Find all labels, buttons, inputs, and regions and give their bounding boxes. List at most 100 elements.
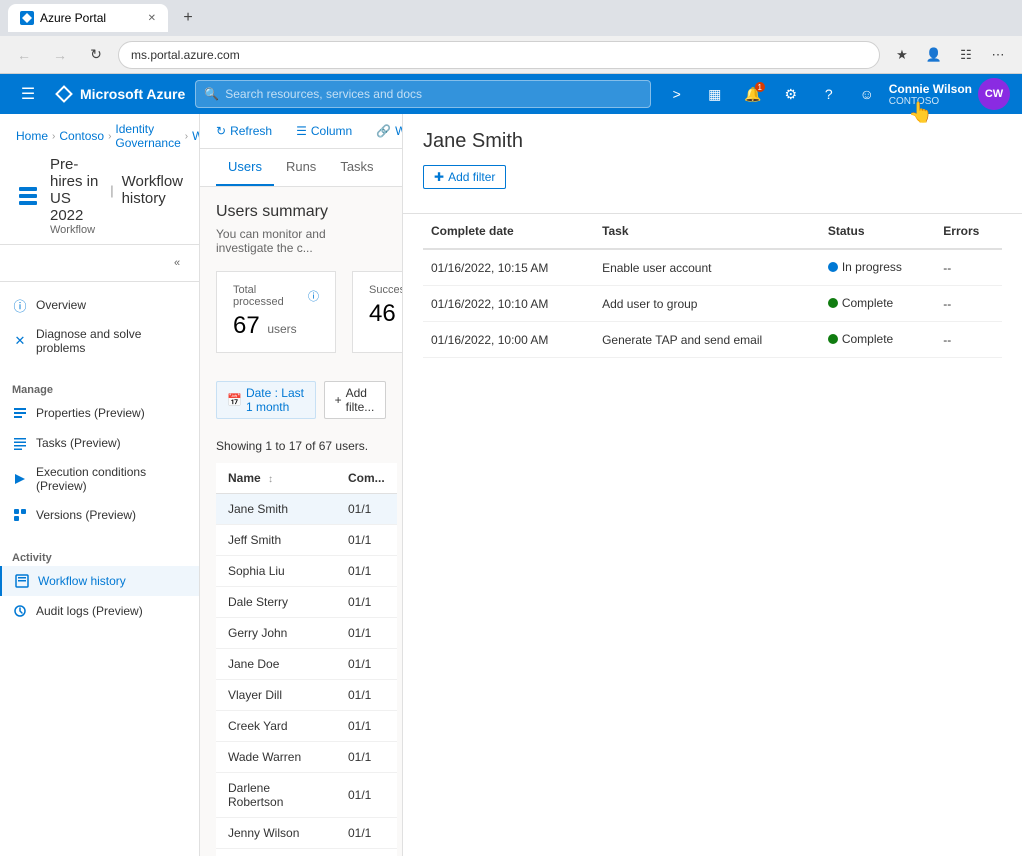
sidebar-item-tasks[interactable]: Tasks (Preview): [0, 428, 199, 458]
table-row[interactable]: Darlene Robertson 01/1: [216, 773, 397, 818]
tab-users[interactable]: Users: [216, 149, 274, 186]
sidebar-item-overview[interactable]: ⓘ Overview: [0, 290, 199, 320]
breadcrumb-sep-1: ›: [52, 131, 55, 142]
status-dot-complete: [828, 334, 838, 344]
summary-desc: You can monitor and investigate the c...: [216, 227, 386, 255]
user-complete-cell: 01/1: [336, 556, 397, 587]
detail-add-filter-button[interactable]: ✚ Add filter: [423, 165, 506, 189]
user-name-cell: Leslie Alexander: [216, 849, 336, 856]
table-row[interactable]: Wade Warren 01/1: [216, 742, 397, 773]
user-profile-icon[interactable]: 👤: [920, 41, 948, 69]
table-row[interactable]: Leslie Alexander 01/1: [216, 849, 397, 856]
successful-value: 46 users: [369, 300, 402, 328]
tab-runs[interactable]: Runs: [274, 149, 328, 186]
table-row[interactable]: Vlayer Dill 01/1: [216, 680, 397, 711]
add-filter-button[interactable]: + Add filte...: [324, 381, 386, 419]
extensions-icon[interactable]: ☷: [952, 41, 980, 69]
notification-bell-icon[interactable]: 🔔 1: [737, 78, 769, 110]
browser-menu-icon[interactable]: ⋯: [984, 41, 1012, 69]
detail-filter-row: ✚ Add filter: [423, 165, 1002, 189]
column-label: Column: [311, 124, 352, 138]
total-processed-label: Total processed ⓘ: [233, 284, 319, 308]
main-toolbar: ↻ Refresh ☰ Column 🔗 Wha...: [200, 114, 402, 149]
tab-title: Azure Portal: [40, 11, 106, 25]
hamburger-menu-button[interactable]: ☰: [12, 78, 44, 110]
content-area: ↻ Refresh ☰ Column 🔗 Wha... Users Runs T: [200, 114, 1022, 856]
filter-plus-icon: ✚: [434, 170, 444, 184]
cloud-shell-icon[interactable]: >: [661, 78, 693, 110]
detail-task: Enable user account: [594, 249, 820, 286]
tab-favicon: [20, 11, 34, 25]
settings-gear-icon[interactable]: ⚙: [775, 78, 807, 110]
tab-close-button[interactable]: ✕: [148, 13, 156, 24]
detail-complete-date: 01/16/2022, 10:15 AM: [423, 249, 594, 286]
sidebar-item-execution[interactable]: Execution conditions (Preview): [0, 458, 199, 500]
favorites-icon[interactable]: ★: [888, 41, 916, 69]
refresh-label: Refresh: [230, 124, 272, 138]
breadcrumb: Home › Contoso › Identity Governance › W…: [16, 122, 183, 150]
table-row[interactable]: Jenny Wilson 01/1: [216, 818, 397, 849]
table-row[interactable]: Creek Yard 01/1: [216, 711, 397, 742]
total-processed-card: Total processed ⓘ 67 users: [216, 271, 336, 353]
portal-settings-icon[interactable]: ▦: [699, 78, 731, 110]
sidebar-item-properties[interactable]: Properties (Preview): [0, 398, 199, 428]
address-bar[interactable]: ms.portal.azure.com: [118, 41, 880, 69]
what-label: Wha...: [395, 124, 402, 138]
page-title-area: Pre-hires in US 2022 | Workflow history …: [16, 156, 183, 244]
feedback-icon[interactable]: ☺: [851, 78, 883, 110]
breadcrumb-sep-3: ›: [185, 131, 188, 142]
breadcrumb-identity[interactable]: Identity Governance: [115, 122, 180, 150]
tab-tasks[interactable]: Tasks: [328, 149, 385, 186]
sidebar-item-diagnose[interactable]: ✕ Diagnose and solve problems: [0, 320, 199, 362]
date-filter-tag[interactable]: 📅 Date : Last 1 month: [216, 381, 316, 419]
total-unit: users: [267, 322, 296, 336]
refresh-button[interactable]: ↻ Refresh: [216, 120, 272, 142]
status-dot-complete: [828, 298, 838, 308]
detail-table-body: 01/16/2022, 10:15 AM Enable user account…: [423, 249, 1002, 358]
table-row[interactable]: Gerry John 01/1: [216, 618, 397, 649]
sidebar-item-audit-logs[interactable]: Audit logs (Preview): [0, 596, 199, 626]
versions-label: Versions (Preview): [36, 508, 136, 522]
column-button[interactable]: ☰ Column: [296, 120, 352, 142]
page-subtitle-inline: Workflow history: [122, 173, 183, 207]
forward-button[interactable]: →: [46, 41, 74, 69]
calendar-icon: 📅: [227, 393, 242, 407]
breadcrumb-sep-2: ›: [108, 131, 111, 142]
table-row[interactable]: Jeff Smith 01/1: [216, 525, 397, 556]
user-avatar[interactable]: CW: [978, 78, 1010, 110]
user-complete-cell: 01/1: [336, 742, 397, 773]
detail-table-area: Complete date Task Status Errors 01/16/2…: [403, 214, 1022, 378]
browser-tab[interactable]: Azure Portal ✕: [8, 4, 168, 32]
total-value: 67: [233, 312, 260, 339]
breadcrumb-home[interactable]: Home: [16, 129, 48, 143]
sidebar: Home › Contoso › Identity Governance › W…: [0, 114, 200, 856]
global-search-input[interactable]: [225, 87, 642, 101]
user-info[interactable]: Connie Wilson CONTOSO: [889, 82, 972, 107]
sidebar-collapse-button[interactable]: «: [163, 249, 191, 277]
refresh-browser-button[interactable]: ↻: [82, 41, 110, 69]
global-search-box[interactable]: 🔍: [195, 80, 650, 108]
table-row[interactable]: Jane Smith 01/1: [216, 494, 397, 525]
breadcrumb-workflows[interactable]: Workflows: [192, 129, 200, 143]
help-question-icon[interactable]: ?: [813, 78, 845, 110]
detail-header: Jane Smith ✚ Add filter: [403, 114, 1022, 214]
notification-badge: 1: [755, 82, 765, 92]
table-row[interactable]: Sophia Liu 01/1: [216, 556, 397, 587]
stats-row: Total processed ⓘ 67 users Successfu...: [216, 271, 386, 353]
table-row[interactable]: Jane Doe 01/1: [216, 649, 397, 680]
user-complete-cell: 01/1: [336, 525, 397, 556]
new-tab-button[interactable]: +: [176, 6, 200, 30]
sidebar-item-workflow-history[interactable]: Workflow history: [0, 566, 199, 596]
back-button[interactable]: ←: [10, 41, 38, 69]
sidebar-item-versions[interactable]: Versions (Preview): [0, 500, 199, 530]
breadcrumb-contoso[interactable]: Contoso: [59, 129, 104, 143]
what-button[interactable]: 🔗 Wha...: [376, 120, 402, 142]
successful-label: Successfu...: [369, 284, 402, 296]
table-row[interactable]: Dale Sterry 01/1: [216, 587, 397, 618]
col-status: Status: [820, 214, 935, 249]
user-name-cell: Gerry John: [216, 618, 336, 649]
info-icon: ⓘ: [308, 288, 319, 304]
col-header-complete: Com...: [336, 463, 397, 494]
manage-section-label: Manage: [0, 378, 199, 398]
detail-row: 01/16/2022, 10:15 AM Enable user account…: [423, 249, 1002, 286]
